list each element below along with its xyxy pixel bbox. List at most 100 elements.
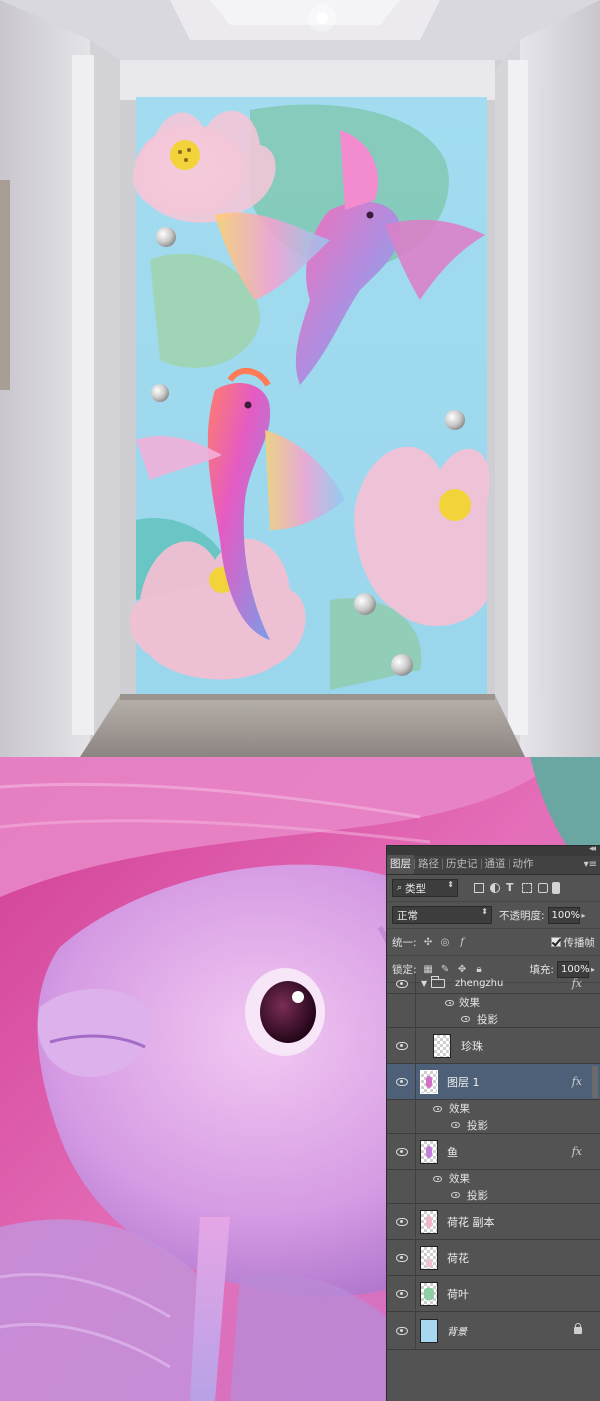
- tab-history[interactable]: 历史记: [443, 855, 481, 874]
- eye-column-divider: [415, 1117, 416, 1133]
- fx-icon[interactable]: fx: [572, 977, 582, 990]
- layer-name: 背景: [447, 1327, 467, 1338]
- effects-label: 效果: [459, 997, 480, 1009]
- eye-icon[interactable]: [396, 979, 408, 988]
- layer-name: 荷花 副本: [447, 1215, 495, 1229]
- filter-toggle-icon[interactable]: [552, 882, 560, 894]
- chevron-right-icon[interactable]: ▸: [591, 965, 595, 974]
- eye-icon[interactable]: [396, 1253, 408, 1262]
- blend-opacity-row: 正常 ⬍ 不透明度: 100% ▸: [387, 902, 600, 929]
- eye-column-divider: [415, 1312, 416, 1349]
- checkbox-checked-icon: [550, 937, 561, 947]
- filter-pixel-icon[interactable]: [474, 883, 484, 893]
- eye-icon[interactable]: [445, 999, 454, 1006]
- eye-icon[interactable]: [396, 1217, 408, 1226]
- eye-icon[interactable]: [396, 1326, 408, 1335]
- filter-shape-icon[interactable]: [522, 883, 532, 893]
- eye-column-divider: [415, 1187, 416, 1203]
- brush-icon[interactable]: ✎: [440, 964, 451, 975]
- eye-column-divider: [415, 1028, 416, 1063]
- layer-background[interactable]: 背景: [387, 1312, 600, 1350]
- layer-lotus-leaf[interactable]: 荷叶: [387, 1276, 600, 1312]
- layer-thumbnail: [420, 1245, 438, 1270]
- layer-1[interactable]: 图层 1 fx: [387, 1064, 600, 1100]
- eye-column-divider: [415, 1134, 416, 1169]
- blend-mode-value: 正常: [397, 909, 418, 922]
- layer-group-zhengzhu[interactable]: ▼ zhengzhu fx: [387, 974, 600, 994]
- panel-tabs: 图层 路径 历史记 通道 动作 ▾≡: [387, 855, 600, 875]
- effect-label: 投影: [477, 1013, 498, 1026]
- lock-transparent-icon[interactable]: ▦: [423, 964, 434, 975]
- layer-effects-row[interactable]: 效果: [387, 1170, 600, 1187]
- propagate-frame-checkbox[interactable]: 传播帧: [550, 935, 596, 950]
- opacity-input[interactable]: 100%: [547, 906, 580, 924]
- chevron-right-icon[interactable]: ▸: [582, 911, 586, 920]
- eye-icon[interactable]: [396, 1289, 408, 1298]
- eye-icon[interactable]: [396, 1041, 408, 1050]
- eye-icon[interactable]: [451, 1192, 460, 1198]
- eye-column-divider: [415, 1064, 416, 1099]
- chevron-down-icon[interactable]: ▼: [421, 979, 427, 988]
- eye-icon[interactable]: [433, 1175, 442, 1182]
- filter-smartobject-icon[interactable]: [538, 883, 548, 893]
- eye-icon[interactable]: [433, 1105, 442, 1112]
- lock-all-icon[interactable]: 🔒︎: [474, 964, 485, 975]
- filter-adjustment-icon[interactable]: [490, 883, 500, 893]
- panel-menu-icon[interactable]: ▾≡: [584, 859, 597, 870]
- unify-row: 统一: ✣ ◎ f 传播帧: [387, 929, 600, 956]
- effects-label: 效果: [449, 1173, 470, 1185]
- layer-effects-row[interactable]: 效果: [387, 994, 600, 1011]
- eye-icon[interactable]: [461, 1016, 470, 1022]
- layer-effect-row[interactable]: 投影: [387, 1117, 600, 1134]
- layer-name: 图层 1: [447, 1075, 480, 1089]
- tab-channels[interactable]: 通道: [482, 855, 509, 874]
- scrollbar-thumb[interactable]: [592, 1066, 598, 1098]
- layer-thumbnail: [420, 1139, 438, 1164]
- tab-paths[interactable]: 路径: [415, 855, 442, 874]
- filter-kind-select[interactable]: ⌕ 类型 ⬍: [392, 879, 458, 897]
- layer-name: zhengzhu: [455, 978, 504, 989]
- eye-column-divider: [415, 974, 416, 993]
- layer-thumbnail: [420, 1281, 438, 1306]
- propagate-label: 传播帧: [563, 936, 596, 949]
- eye-column-divider: [415, 1100, 416, 1117]
- layer-name: 鱼: [447, 1145, 458, 1159]
- layer-name: 珍珠: [461, 1039, 483, 1053]
- layer-effect-row[interactable]: 投影: [387, 1011, 600, 1028]
- unify-label: 统一:: [392, 936, 417, 949]
- unify-visibility-icon[interactable]: ◎: [440, 937, 451, 948]
- filter-type-icon[interactable]: T: [506, 882, 516, 893]
- effect-label: 投影: [467, 1189, 488, 1202]
- collapse-panel-icon[interactable]: ◂◂: [589, 844, 596, 854]
- layer-lotus[interactable]: 荷花: [387, 1240, 600, 1276]
- layer-lotus-copy[interactable]: 荷花 副本: [387, 1204, 600, 1240]
- eye-icon[interactable]: [396, 1077, 408, 1086]
- blend-mode-select[interactable]: 正常 ⬍: [392, 906, 492, 924]
- move-icon[interactable]: ✥: [457, 964, 468, 975]
- fx-icon[interactable]: fx: [572, 1075, 582, 1088]
- hallway-scene: [0, 0, 600, 757]
- folder-icon: [431, 976, 445, 988]
- layer-effects-row[interactable]: 效果: [387, 1100, 600, 1117]
- fx-icon[interactable]: fx: [572, 1145, 582, 1158]
- eye-column-divider: [415, 994, 416, 1011]
- tab-actions[interactable]: 动作: [510, 855, 537, 874]
- layer-fish[interactable]: 鱼 fx: [387, 1134, 600, 1170]
- tab-layers[interactable]: 图层: [387, 855, 414, 874]
- layer-thumbnail: [420, 1069, 438, 1094]
- chevron-updown-icon: ⬍: [447, 880, 454, 889]
- chevron-updown-icon: ⬍: [481, 907, 488, 916]
- eye-icon[interactable]: [396, 1147, 408, 1156]
- filter-icons: T: [474, 882, 548, 893]
- search-icon: ⌕: [397, 883, 403, 893]
- lock-icon[interactable]: [574, 1323, 582, 1334]
- thumbnail-mark: [426, 1075, 432, 1088]
- eye-icon[interactable]: [451, 1122, 460, 1128]
- unify-style-icon[interactable]: f: [457, 937, 468, 948]
- screenshot-canvas: ◂◂ 图层 路径 历史记 通道 动作 ▾≡ ⌕ 类型 ⬍ T 正常 ⬍ 不透明度…: [0, 0, 600, 1401]
- layer-effect-row[interactable]: 投影: [387, 1187, 600, 1204]
- unify-position-icon[interactable]: ✣: [423, 937, 434, 948]
- hallway-mockup: [0, 0, 600, 757]
- layer-pearls[interactable]: 珍珠: [387, 1028, 600, 1064]
- layer-thumbnail: [420, 1318, 438, 1343]
